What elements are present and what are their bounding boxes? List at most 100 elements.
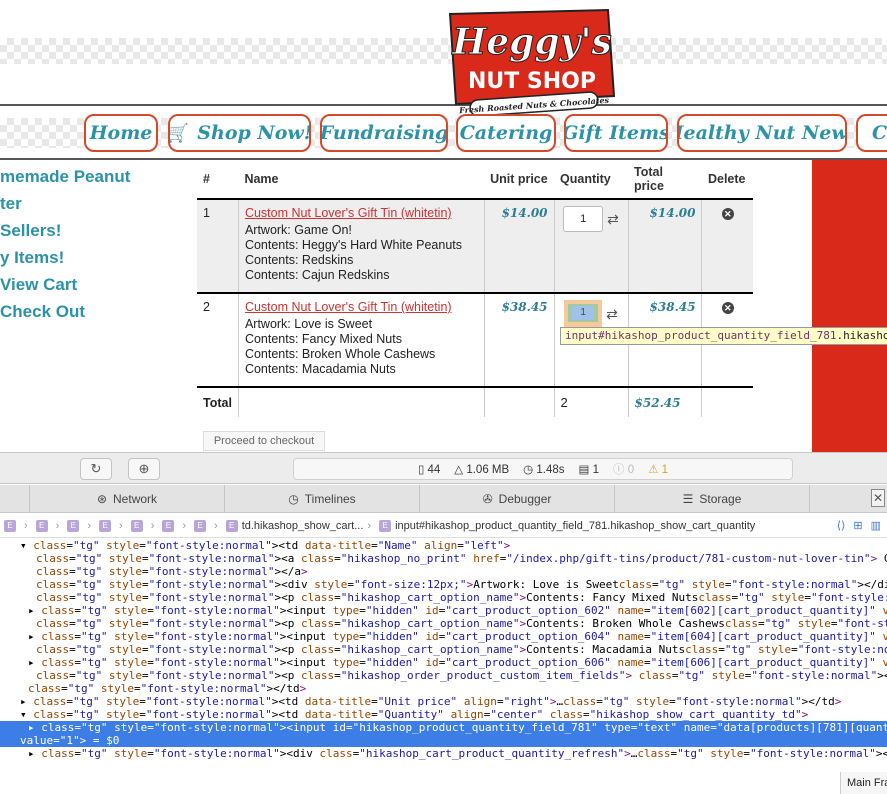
breadcrumb-td[interactable]: td.hikashop_show_cart...: [242, 520, 364, 532]
breadcrumb-input[interactable]: input#hikashop_product_quantity_field_78…: [395, 520, 755, 532]
element-icon[interactable]: E: [35, 519, 48, 532]
sidebar-link-new-items[interactable]: y Items!: [0, 248, 64, 268]
tab-timelines[interactable]: ◷ Timelines: [225, 485, 420, 512]
heggys-logo[interactable]: Heggy's NUT SHOP Fresh Roasted Nuts & Ch…: [446, 8, 616, 120]
tooltip-class: .hikasho: [836, 329, 887, 342]
close-icon[interactable]: ✕: [871, 489, 885, 507]
page-status-summary: ▯ 44 △ 1.06 MB ◷ 1.48s ▤ 1 ⓘ 0 ⚠ 1: [293, 458, 793, 480]
dom-node[interactable]: class="tg" style="font-style:normal"></a…: [0, 565, 887, 578]
dom-node-text: ▸ class="tg" style="font-style:normal"><…: [28, 604, 887, 617]
total-empty: [483, 386, 555, 417]
dom-node[interactable]: ▸ class="tg" style="font-style:normal"><…: [0, 604, 887, 617]
reload-button[interactable]: ↻: [80, 458, 112, 480]
download-button[interactable]: ⊕: [128, 458, 160, 480]
sidebar-link-butter[interactable]: ter: [0, 194, 22, 214]
tab-storage[interactable]: ☰ Storage: [615, 485, 810, 512]
dom-node[interactable]: ▸ class="tg" style="font-style:normal"><…: [0, 630, 887, 643]
chevron-right-icon: ›: [182, 519, 187, 532]
cart-header-row: # Name Unit price Quantity Total price D…: [197, 160, 753, 199]
product-option: Contents: Heggy's Hard White Peanuts: [244, 238, 463, 252]
element-icon[interactable]: E: [194, 519, 207, 532]
load-time[interactable]: ◷ 1.48s: [523, 462, 564, 476]
dom-node-text: ▾ class="tg" style="font-style:normal"><…: [20, 708, 809, 721]
dom-node[interactable]: ▾ class="tg" style="font-style:normal"><…: [0, 539, 887, 552]
element-icon[interactable]: E: [130, 519, 143, 532]
chevron-right-icon: ›: [87, 519, 92, 532]
nav-catering[interactable]: Catering: [456, 114, 556, 152]
dom-node[interactable]: class="tg" style="font-style:normal"><p …: [0, 643, 887, 656]
tab-network[interactable]: ⊛ Network: [30, 485, 225, 512]
dom-node[interactable]: class="tg" style="font-style:normal"><p …: [0, 617, 887, 630]
console-errors[interactable]: ⓘ 0: [613, 461, 634, 477]
tab-label: Debugger: [498, 491, 552, 506]
grid-icon[interactable]: ⊞: [853, 519, 862, 532]
frame-selector[interactable]: Main Fra: [840, 772, 887, 794]
nav-fundraising[interactable]: Fundraising: [320, 114, 448, 152]
element-icon[interactable]: E: [4, 519, 16, 532]
layers-icon[interactable]: ⟨⟩: [837, 519, 846, 532]
dom-node[interactable]: ▸ class="tg" style="font-style:normal"><…: [0, 656, 887, 669]
row-total-price: $14.00: [627, 198, 702, 293]
col-header-delete: Delete: [707, 172, 746, 186]
sidebar-link-check-out[interactable]: Check Out: [0, 302, 85, 322]
product-link[interactable]: Custom Nut Lover's Gift Tin (whitetin): [245, 206, 478, 220]
resources-count[interactable]: ▯ 44: [418, 462, 440, 476]
delete-icon[interactable]: ✕: [721, 302, 734, 314]
quantity-input[interactable]: 1: [563, 206, 604, 232]
refresh-icon[interactable]: ⇄: [607, 211, 619, 228]
tooltip-selector: input#hikashop_product_quantity_field_78…: [565, 329, 837, 342]
dom-node[interactable]: class="tg" style="font-style:normal"><a …: [0, 552, 887, 565]
dom-node[interactable]: ▸ class="tg" style="font-style:normal"><…: [0, 747, 887, 760]
total-price: $52.45: [627, 386, 702, 417]
element-icon[interactable]: E: [67, 519, 80, 532]
element-icon[interactable]: E: [379, 519, 392, 532]
chevron-right-icon: ›: [24, 519, 28, 532]
nav-shop-now[interactable]: 🛒 Shop Now!: [168, 114, 311, 152]
dom-node[interactable]: ▾ class="tg" style="font-style:normal"><…: [0, 708, 887, 721]
chevron-right-icon: ›: [367, 519, 372, 532]
dom-node[interactable]: class="tg" style="font-style:normal"><p …: [0, 669, 887, 682]
console-warnings[interactable]: ⚠ 1: [648, 462, 668, 476]
row-unit-price: $38.45: [483, 292, 555, 388]
total-empty: [701, 386, 753, 417]
dom-node[interactable]: class="tg" style="font-style:normal"><di…: [0, 578, 887, 591]
col-header-quantity: Quantity: [560, 172, 611, 186]
dom-node[interactable]: ▸ class="tg" style="font-style:normal"><…: [0, 695, 887, 708]
element-icon[interactable]: E: [225, 519, 238, 532]
dom-node-selected[interactable]: value="1"> = $0: [0, 734, 887, 747]
nav-label: Co: [872, 122, 887, 144]
nav-healthy-nut-news[interactable]: Healthy Nut News: [677, 114, 847, 152]
dom-node[interactable]: class="tg" style="font-style:normal"><p …: [0, 591, 887, 604]
dom-node-text: ▸ class="tg" style="font-style:normal"><…: [28, 656, 887, 669]
nav-gift-items[interactable]: Gift Items: [564, 114, 668, 152]
dom-node-text: ▸ class="tg" style="font-style:normal"><…: [20, 695, 842, 708]
sidebar-link-best-sellers[interactable]: Sellers!: [0, 221, 61, 241]
panel-icon[interactable]: ▥: [871, 519, 881, 532]
element-icon[interactable]: E: [162, 519, 175, 532]
total-empty: [237, 386, 485, 417]
quantity-input-highlighted[interactable]: 1: [564, 300, 603, 328]
dom-node-selected[interactable]: ▸ class="tg" style="font-style:normal"><…: [0, 721, 887, 734]
row-unit-price: $14.00: [483, 198, 555, 293]
total-label: Total: [197, 386, 239, 417]
sidebar-link-view-cart[interactable]: View Cart: [0, 275, 77, 295]
nav-label: Fundraising: [320, 122, 448, 144]
element-icon[interactable]: E: [99, 519, 112, 532]
tab-debugger[interactable]: ✇ Debugger: [420, 485, 615, 512]
dom-node[interactable]: class="tg" style="font-style:normal"></t…: [0, 682, 887, 695]
tab-elements-partial[interactable]: [0, 485, 30, 512]
nav-label: Catering: [459, 122, 553, 144]
nav-contact[interactable]: Co: [856, 114, 887, 152]
proceed-to-checkout-button[interactable]: Proceed to checkout: [203, 431, 325, 451]
product-link[interactable]: Custom Nut Lover's Gift Tin (whitetin): [245, 300, 478, 314]
refresh-icon[interactable]: ⇄: [606, 306, 618, 323]
dom-node-text: class="tg" style="font-style:normal"><p …: [36, 617, 887, 630]
transfer-size[interactable]: △ 1.06 MB: [454, 462, 509, 476]
dom-breadcrumb: E › E › E › E › E › E › E › Etd.hikashop_show_c…: [0, 514, 887, 538]
delete-icon[interactable]: ✕: [721, 208, 734, 220]
storage-icon: ☰: [682, 491, 694, 506]
nav-home[interactable]: Home: [84, 114, 158, 152]
chevron-right-icon: ›: [119, 519, 123, 532]
sidebar-link-homemade-peanut[interactable]: memade Peanut: [0, 167, 130, 187]
console-logs[interactable]: ▤ 1: [579, 462, 599, 476]
